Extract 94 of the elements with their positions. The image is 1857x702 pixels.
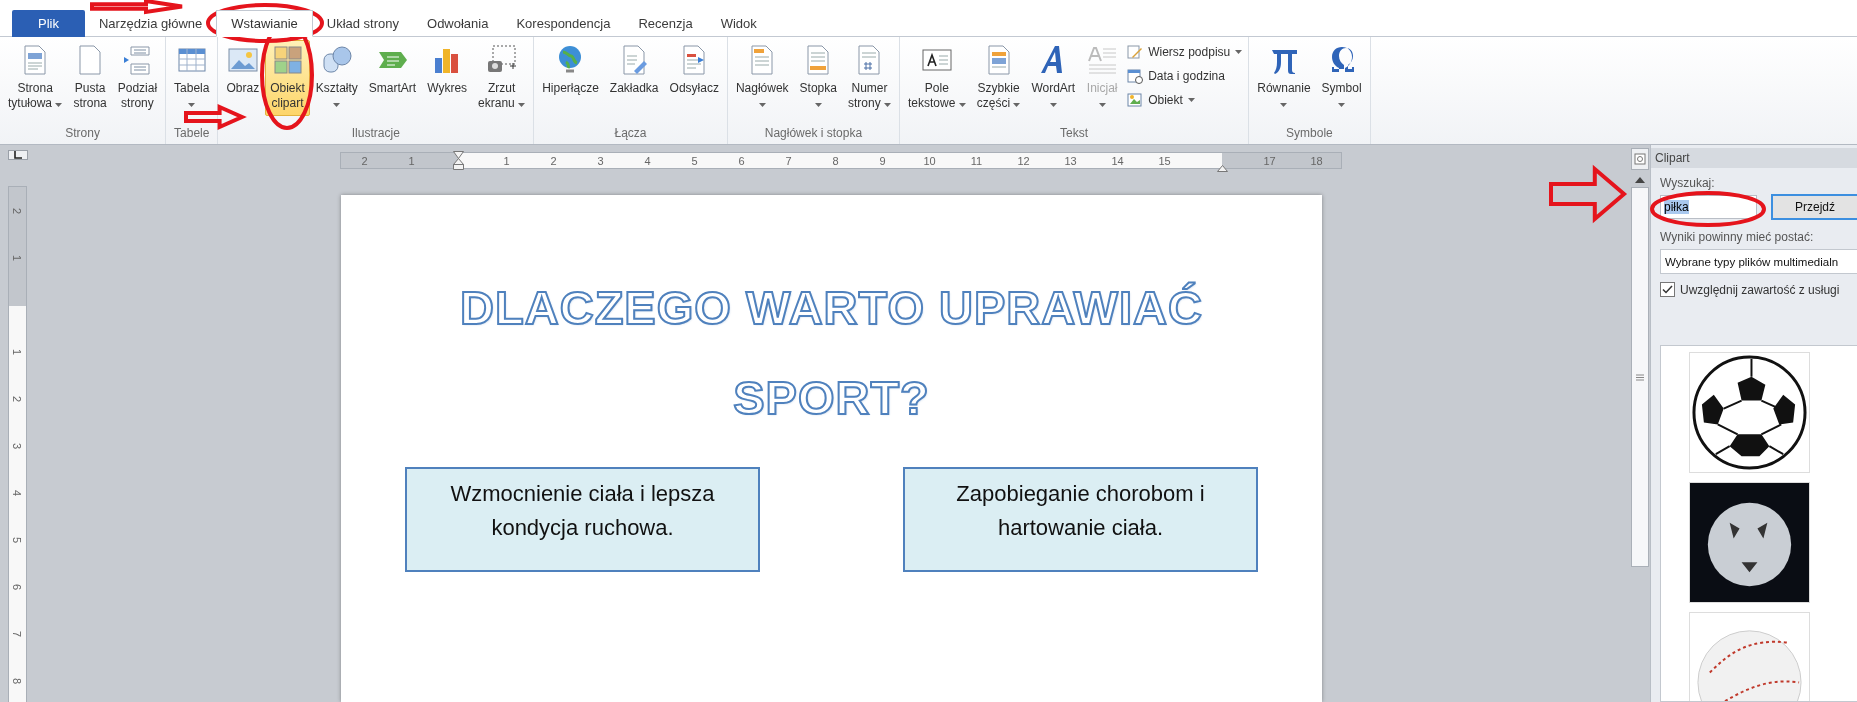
ribbon-button[interactable]: Odsyłacz [664,40,724,116]
group-label: Nagłówek i stopka [763,125,864,142]
ribbon-button[interactable]: Obiekt [1124,89,1246,111]
ruler-number: 1 [11,254,24,261]
ruler-number: 2 [11,207,24,214]
ribbon-button[interactable]: Obiekt clipart [265,40,310,116]
search-label: Wyszukaj: [1660,176,1716,190]
scroll-up-arrow-icon[interactable] [1635,177,1645,183]
ruler-number: 3 [11,442,24,449]
ribbon-button[interactable]: Strona tytułowa [3,40,68,116]
check-icon [1662,285,1673,294]
tab-selector[interactable] [7,150,28,160]
group-label: Strony [64,125,101,142]
indent-marker-icon[interactable] [453,151,464,170]
ribbon-button[interactable]: Szybkie części [971,40,1026,116]
ruler-number: 9 [879,154,886,167]
ruler-number: 5 [11,536,24,543]
ribbon-tab[interactable]: Widok [706,10,771,37]
ribbon-tab[interactable]: Układ strony [312,10,413,37]
calendar-icon [1127,68,1144,84]
grip-icon [1636,373,1644,381]
ruler-number: 5 [691,154,698,167]
ribbon-tab[interactable]: Wstawianie [216,10,313,37]
ribbon-button[interactable]: Stopka [794,40,842,116]
ribbon-button[interactable]: Data i godzina [1124,65,1246,87]
ribbon-button[interactable]: Nagłówek [730,40,794,116]
ribbon-button[interactable]: Wykres [422,40,473,116]
ribbon-button[interactable]: Równanie [1252,40,1316,116]
ruler-number: 4 [11,489,24,496]
ruler-number: 7 [11,630,24,637]
ruler-number: 2 [550,154,557,167]
ruler-number: 1 [11,348,24,355]
ribbon-tab[interactable]: Odwołania [413,10,503,37]
ribbon-button[interactable]: Pusta strona [68,40,112,116]
ruler-number: 1 [408,154,415,167]
document-title: DLACZEGO WARTO UPRAWIAĆ [460,280,1203,336]
ruler-number: 12 [1017,154,1030,167]
ribbon-button[interactable]: Wiersz podpisu [1124,41,1246,63]
ruler-number: 15 [1158,154,1171,167]
ribbon-button[interactable]: Tabela [169,40,215,116]
photo-placeholder[interactable] [1688,482,1810,603]
ruler-number: 6 [738,154,745,167]
ribbon-tab[interactable]: Narzędzia główne [84,10,217,37]
ribbon-button[interactable]: Zakładka [604,40,664,116]
ruler-number: 7 [785,154,792,167]
ruler-number: 2 [11,395,24,402]
group-label: Ilustracje [350,125,401,142]
drop-cap-icon [1086,44,1119,76]
checkbox[interactable] [1660,282,1675,297]
ruler-number: 13 [1064,154,1077,167]
document-title: SPORT? [733,370,930,426]
scrollbar-thumb[interactable] [1631,187,1649,567]
ruler-number: 1 [503,154,510,167]
ribbon-button[interactable]: Obraz [221,40,265,116]
pen-icon [1127,44,1144,60]
ribbon-button[interactable]: Podział strony [112,40,163,116]
ribbon-button[interactable]: Zrzut ekranu [473,40,531,116]
ribbon-button[interactable]: SmartArt [363,40,422,116]
ruler-number: 11 [970,154,983,167]
text-box: Wzmocnienie ciała i lepsza kondycja ruchowa. [405,467,760,572]
pane-title: Clipart [1651,148,1857,168]
media-type-dropdown[interactable]: Wybrane typy plików multimedialn [1660,249,1857,274]
ruler-number: 4 [644,154,651,167]
ruler-number: 10 [923,154,936,167]
pane-toggle-button[interactable] [1631,148,1649,170]
ribbon-button[interactable]: Numer strony [842,40,896,116]
soccer-ball-drawing[interactable] [1688,352,1810,473]
ruler-number: 8 [832,154,839,167]
ruler-number: 17 [1263,154,1276,167]
group-label: Łącza [613,125,648,142]
ruler-number: 18 [1310,154,1323,167]
checkbox-label: Uwzględnij zawartość z usługi [1680,282,1840,297]
group-label: Tabele [173,125,211,142]
left-tab-icon [13,151,22,159]
ribbon-tab[interactable]: Recenzja [624,10,707,37]
results-label: Wyniki powinny mieć postać: [1660,230,1815,244]
ruler-number: 14 [1111,154,1124,167]
group-label: Symbole [1285,125,1334,142]
ruler-number: 2 [361,154,368,167]
ruler-number: 3 [597,154,604,167]
object-icon [1127,92,1144,108]
ribbon-button[interactable]: Pole tekstowe [903,40,971,116]
text-box: Zapobieganie chorobom i hartowanie ciała. [903,467,1258,572]
shapes-icon [320,44,353,76]
ribbon-button[interactable]: Symbol [1316,40,1367,116]
group-label: Tekst [1059,125,1090,142]
ruler-number: 8 [11,677,24,684]
ribbon-tab[interactable]: Korespondencja [502,10,625,37]
ruler-number: 6 [11,583,24,590]
ribbon-button[interactable]: WordArt [1026,40,1081,116]
file-tab[interactable]: Plik [12,10,85,37]
ribbon-button[interactable]: Kształty [310,40,363,116]
ribbon-button[interactable]: Hiperłącze [537,40,604,116]
go-button[interactable]: Przejdź [1771,194,1857,220]
